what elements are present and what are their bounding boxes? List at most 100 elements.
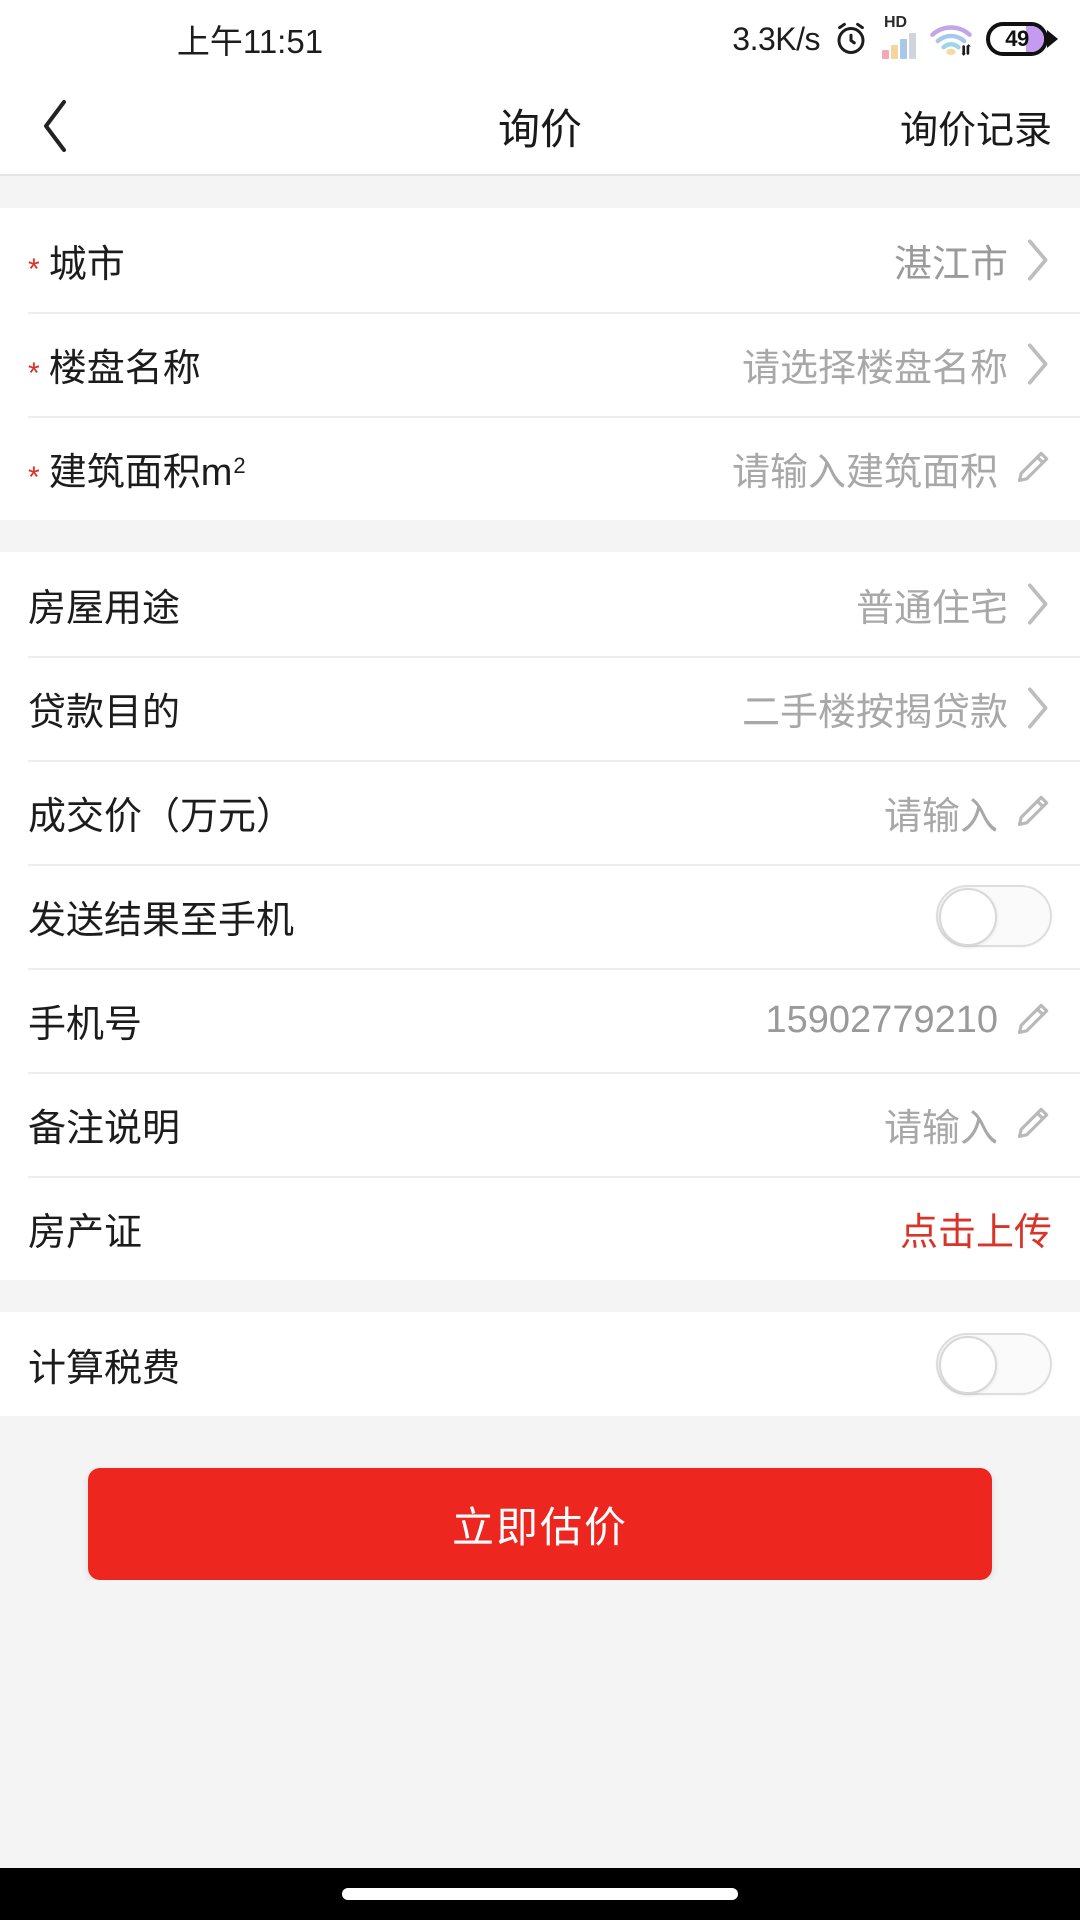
battery-cap: [1047, 30, 1058, 48]
form-row[interactable]: 手机号 15902779210: [0, 968, 1080, 1072]
row-label: 贷款目的: [28, 681, 180, 736]
form-row[interactable]: 成交价（万元） 请输入: [0, 760, 1080, 864]
pencil-edit-icon[interactable]: [1012, 448, 1052, 488]
navigation-bar: 询价 询价记录: [0, 78, 1080, 176]
row-label-text: 建筑面积m: [48, 451, 233, 494]
signal-bar-1: [882, 50, 889, 59]
battery-level-label: 49: [1005, 26, 1029, 51]
row-label: * 城市: [28, 233, 125, 288]
row-label: 备注说明: [28, 1097, 180, 1152]
row-control: [936, 885, 1052, 947]
alarm-clock-icon: [833, 21, 869, 57]
form-row[interactable]: 发送结果至手机: [0, 864, 1080, 968]
chevron-right-icon: [1022, 685, 1052, 731]
row-label: * 楼盘名称: [28, 337, 201, 392]
chevron-right-icon: [1022, 341, 1052, 387]
row-label-text: 贷款目的: [28, 691, 181, 734]
network-speed-label: 3.3K/s: [732, 20, 820, 57]
required-asterisk: *: [28, 356, 40, 390]
section-gap-1: [0, 520, 1080, 552]
row-label: 房产证: [28, 1201, 142, 1256]
signal-bars-icon: HD: [882, 15, 916, 59]
form-row[interactable]: * 城市 湛江市: [0, 208, 1080, 312]
form-row[interactable]: 房屋用途 普通住宅: [0, 552, 1080, 656]
toggle-switch[interactable]: [936, 1333, 1052, 1395]
row-label-text: 房屋用途: [28, 587, 181, 630]
row-control: 点击上传: [900, 1201, 1052, 1256]
row-value: 二手楼按揭贷款: [741, 691, 1008, 734]
form-row[interactable]: 计算税费: [0, 1312, 1080, 1416]
row-label-text: 城市: [48, 243, 125, 286]
signal-bar-4: [909, 33, 916, 59]
section-tax-calculation: 计算税费: [0, 1312, 1080, 1416]
row-label: 手机号: [28, 993, 142, 1048]
row-control: 请输入: [884, 1097, 1052, 1152]
row-control: 15902779210: [766, 999, 1052, 1042]
row-label: 房屋用途: [28, 577, 180, 632]
row-value: 15902779210: [765, 998, 998, 1041]
row-label-superscript: 2: [233, 452, 246, 478]
form-row[interactable]: * 楼盘名称 请选择楼盘名称: [0, 312, 1080, 416]
form-content: * 城市 湛江市 * 楼盘名称 请选择楼盘名称 * 建筑面积m 2 请输入建筑面积 房屋用途 普通住…: [0, 176, 1080, 1868]
bottom-filler: [0, 1580, 1080, 1868]
row-label: 成交价（万元）: [28, 785, 294, 840]
toggle-switch[interactable]: [936, 885, 1052, 947]
row-label-text: 手机号: [28, 1003, 143, 1046]
row-label-text: 楼盘名称: [48, 347, 201, 390]
toggle-knob: [939, 1336, 997, 1394]
pencil-edit-icon[interactable]: [1012, 1104, 1052, 1144]
chevron-right-icon: [1022, 581, 1052, 627]
form-row[interactable]: * 建筑面积m 2 请输入建筑面积: [0, 416, 1080, 520]
wifi-icon: [929, 21, 973, 57]
row-control: 请输入: [884, 785, 1052, 840]
required-asterisk: *: [28, 252, 40, 286]
signal-bar-2: [891, 45, 898, 59]
row-control: 普通住宅: [856, 577, 1052, 632]
section-loan-details: 房屋用途 普通住宅 贷款目的 二手楼按揭贷款 成交价（万元） 请输入 发送结果至手机 手机号 1…: [0, 552, 1080, 1280]
row-value: 请输入: [883, 1107, 998, 1150]
status-icons: 3.3K/s HD 49: [732, 15, 1058, 59]
row-label-text: 成交价（万元）: [28, 795, 295, 838]
row-value: 普通住宅: [855, 587, 1008, 630]
row-control: 湛江市: [894, 233, 1052, 288]
pencil-edit-icon[interactable]: [1012, 792, 1052, 832]
row-label-text: 备注说明: [28, 1107, 181, 1150]
row-label: 计算税费: [28, 1337, 180, 1392]
row-value: 请输入: [883, 795, 998, 838]
row-label: * 建筑面积m 2: [28, 441, 246, 496]
row-label: 发送结果至手机: [28, 889, 294, 944]
chevron-right-icon: [1022, 237, 1052, 283]
section-gap-2: [0, 1280, 1080, 1312]
row-value: 请输入建筑面积: [731, 451, 998, 494]
back-button[interactable]: [0, 77, 110, 175]
required-asterisk: *: [28, 460, 40, 494]
signal-bar-group: [882, 33, 916, 59]
row-label-text: 房产证: [28, 1211, 143, 1254]
section-gap-top: [0, 176, 1080, 208]
toggle-knob: [939, 888, 997, 946]
signal-bar-3: [900, 39, 907, 59]
row-control: 请输入建筑面积: [732, 441, 1052, 496]
row-control: 二手楼按揭贷款: [742, 681, 1052, 736]
upload-link[interactable]: 点击上传: [900, 1201, 1052, 1256]
row-control: 请选择楼盘名称: [742, 337, 1052, 392]
row-label-text: 发送结果至手机: [28, 899, 295, 942]
row-value: 请选择楼盘名称: [741, 347, 1008, 390]
phone-screen: 上午11:51 3.3K/s HD 49 询价 询价记录 * 城市 湛江市 * …: [0, 0, 1080, 1920]
row-value: 湛江市: [893, 243, 1008, 286]
submit-estimate-button[interactable]: 立即估价: [88, 1468, 992, 1580]
pencil-edit-icon[interactable]: [1012, 1000, 1052, 1040]
chevron-left-icon: [38, 97, 72, 155]
row-control: [936, 1333, 1052, 1395]
status-bar: 上午11:51 3.3K/s HD 49: [0, 0, 1080, 78]
gesture-navigation-bar: [0, 1868, 1080, 1920]
home-indicator[interactable]: [342, 1888, 738, 1900]
row-label-text: 计算税费: [28, 1347, 181, 1390]
form-row[interactable]: 备注说明 请输入: [0, 1072, 1080, 1176]
submit-area: 立即估价: [0, 1416, 1080, 1580]
form-row[interactable]: 贷款目的 二手楼按揭贷款: [0, 656, 1080, 760]
inquiry-records-button[interactable]: 询价记录: [900, 99, 1052, 154]
battery-icon: 49: [986, 22, 1058, 56]
status-time: 上午11:51: [176, 23, 324, 60]
form-row[interactable]: 房产证 点击上传: [0, 1176, 1080, 1280]
